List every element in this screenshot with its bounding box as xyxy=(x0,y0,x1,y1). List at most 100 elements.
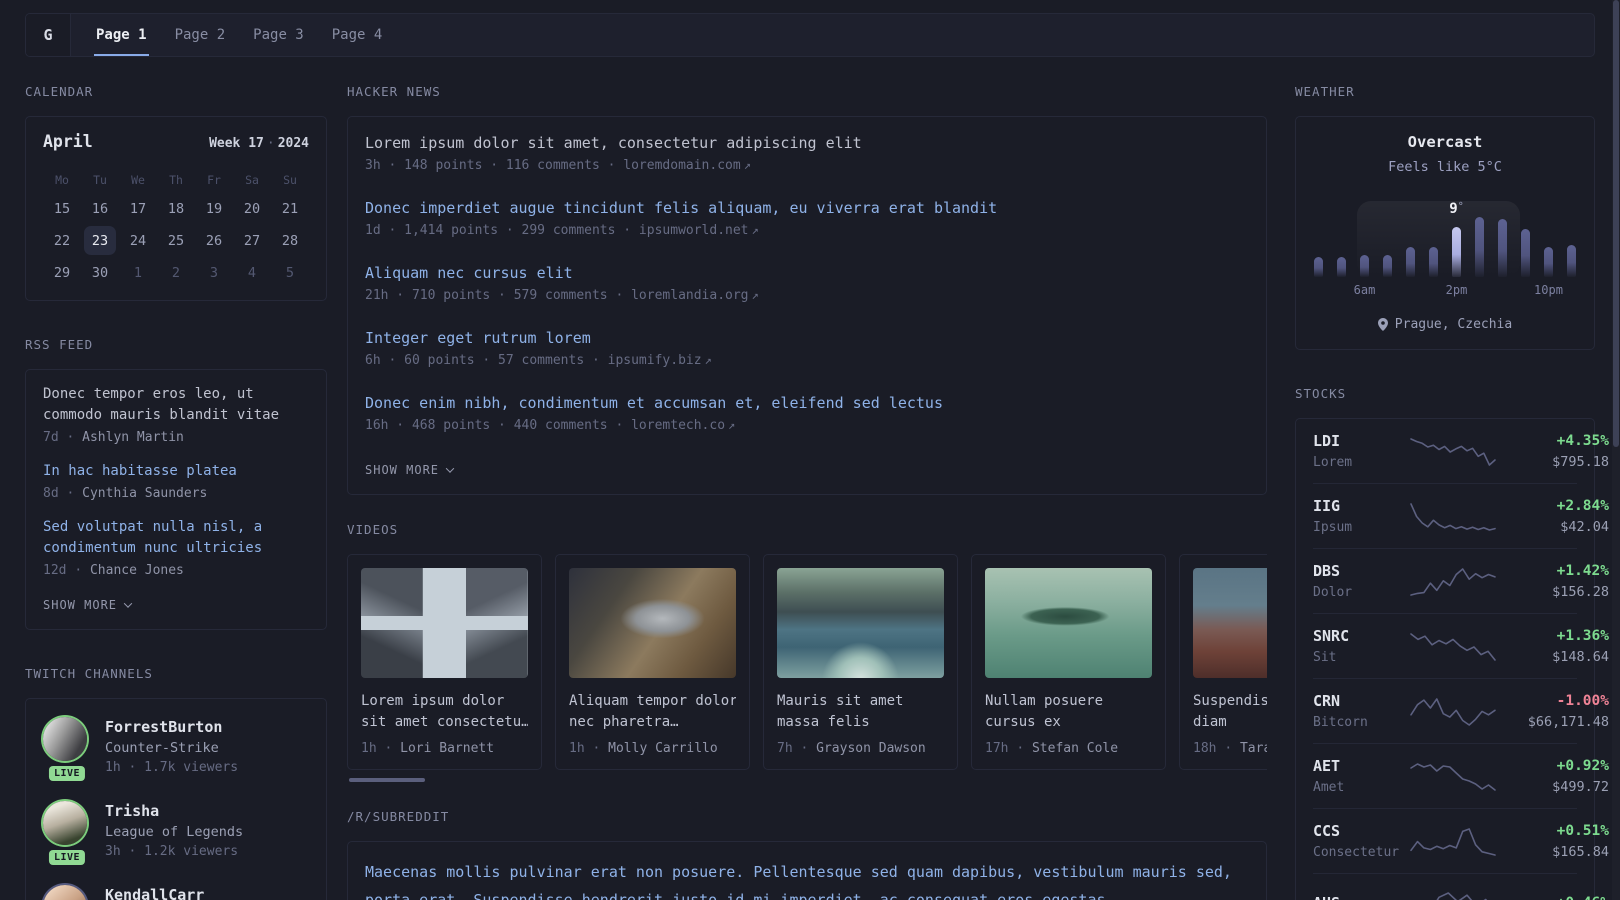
avatar[interactable]: LIVE xyxy=(43,885,91,900)
location-pin-icon xyxy=(1377,318,1388,331)
tab-page-2[interactable]: Page 2 xyxy=(173,14,228,56)
stock-symbol[interactable]: CCS xyxy=(1313,822,1409,840)
channel-avatar-image xyxy=(43,801,87,845)
avatar[interactable]: LIVE xyxy=(43,801,91,865)
stock-price: $66,171.48 xyxy=(1527,713,1609,730)
stock-symbol[interactable]: AHS xyxy=(1313,894,1409,900)
twitch-channel-row[interactable]: LIVE Trisha League of Legends 3h · 1.2k … xyxy=(43,801,309,865)
hn-item-title[interactable]: Donec enim nibh, condimentum et accumsan… xyxy=(365,392,1249,414)
weather-location-text: Prague, Czechia xyxy=(1394,317,1513,332)
stocks-section-title: STOCKS xyxy=(1295,386,1347,401)
stock-symbol[interactable]: AET xyxy=(1313,757,1409,775)
rss-item-author: Ashlyn Martin xyxy=(82,430,184,445)
video-thumbnail[interactable] xyxy=(1193,568,1267,678)
weather-bar xyxy=(1406,247,1415,277)
twitch-channel-row[interactable]: LIVE KendallCarr xyxy=(43,885,309,900)
calendar-weekday: We xyxy=(131,173,145,187)
stock-change: +0.51% xyxy=(1556,822,1609,839)
avatar[interactable]: LIVE xyxy=(43,717,91,781)
video-title[interactable]: Nullam posuere cursus ex xyxy=(985,691,1152,733)
hn-item: Lorem ipsum dolor sit amet, consectetur … xyxy=(365,132,1249,173)
channel-avatar-image xyxy=(43,885,87,900)
channel-info: Trisha League of Legends 3h · 1.2k viewe… xyxy=(105,801,243,859)
hn-item-meta[interactable]: 6h · 60 points · 57 comments · ipsumify.… xyxy=(365,353,1249,368)
current-temperature-label: 9° xyxy=(1449,201,1464,217)
video-card[interactable]: Lorem ipsum dolor sit amet consectetu… 1h… xyxy=(347,554,542,770)
stock-symbol[interactable]: LDI xyxy=(1313,432,1409,450)
stock-symbol[interactable]: IIG xyxy=(1313,497,1409,515)
videos-scrollbar-thumb[interactable] xyxy=(349,778,425,782)
stock-sparkline xyxy=(1410,503,1496,531)
video-thumbnail[interactable] xyxy=(985,568,1152,678)
channel-game[interactable]: Counter-Strike xyxy=(105,740,238,756)
tab-page-4[interactable]: Page 4 xyxy=(330,14,385,56)
weather-bar xyxy=(1544,247,1553,277)
hn-show-more-button[interactable]: SHOW MORE xyxy=(365,463,455,477)
hn-item: Donec enim nibh, condimentum et accumsan… xyxy=(365,392,1249,433)
stock-sparkline xyxy=(1410,633,1496,661)
calendar-day: 2 xyxy=(171,264,181,281)
tab-page-3[interactable]: Page 3 xyxy=(251,14,306,56)
rss-item-title[interactable]: In hac habitasse platea xyxy=(43,461,309,482)
stock-change: +1.42% xyxy=(1556,562,1609,579)
video-card[interactable]: Suspendissediam 18h · Tara xyxy=(1179,554,1267,770)
weather-bar-current xyxy=(1452,227,1461,277)
subreddit-post: Maecenas mollis pulvinar erat non posuer… xyxy=(365,858,1249,900)
channel-name[interactable]: ForrestBurton xyxy=(105,718,238,736)
videos-scrollbar[interactable] xyxy=(347,778,1267,782)
channel-game[interactable]: League of Legends xyxy=(105,824,243,840)
weather-bar xyxy=(1498,219,1507,277)
channel-viewers: 1h · 1.7k viewers xyxy=(105,760,239,775)
stock-symbol[interactable]: DBS xyxy=(1313,562,1409,580)
video-title[interactable]: Lorem ipsum dolor sit amet consectetu… xyxy=(361,691,528,733)
stock-row: CCS Consectetur +0.51% $165.84 xyxy=(1313,808,1609,873)
twitch-channel-row[interactable]: LIVE ForrestBurton Counter-Strike 1h · 1… xyxy=(43,717,309,781)
stock-sparkline xyxy=(1410,828,1496,856)
channel-name[interactable]: KendallCarr xyxy=(105,886,204,900)
hn-item-title[interactable]: Integer eget rutrum lorem xyxy=(365,327,1249,349)
calendar-day: 19 xyxy=(205,200,223,217)
hn-item-meta[interactable]: 1d · 1,414 points · 299 comments · ipsum… xyxy=(365,223,1249,238)
calendar-week: Week 17 xyxy=(209,136,264,151)
video-title[interactable]: Suspendissediam xyxy=(1193,691,1267,733)
tab-page-1[interactable]: Page 1 xyxy=(94,14,149,56)
video-card[interactable]: Nullam posuere cursus ex 17h · Stefan Col… xyxy=(971,554,1166,770)
video-card[interactable]: Aliquam tempor dolor nec pharetra… 1h · M… xyxy=(555,554,750,770)
calendar-day: 17 xyxy=(129,200,147,217)
page-scrollbar[interactable] xyxy=(1612,0,1620,900)
video-thumbnail[interactable] xyxy=(361,568,528,678)
video-thumbnail[interactable] xyxy=(569,568,736,678)
rss-section-title: RSS FEED xyxy=(25,337,94,352)
rss-show-more-button[interactable]: SHOW MORE xyxy=(43,598,133,612)
stock-change: -1.00% xyxy=(1556,692,1609,709)
rss-item-title[interactable]: Donec tempor eros leo, ut commodo mauris… xyxy=(43,384,309,426)
video-title[interactable]: Aliquam tempor dolor nec pharetra… xyxy=(569,691,736,733)
stock-symbol[interactable]: CRN xyxy=(1313,692,1409,710)
video-thumbnail[interactable] xyxy=(777,568,944,678)
calendar-day: 23 xyxy=(84,226,116,255)
page-scrollbar-thumb[interactable] xyxy=(1613,0,1619,447)
hn-item-meta[interactable]: 16h · 468 points · 440 comments · loremt… xyxy=(365,418,1249,433)
middle-column: HACKER NEWS Lorem ipsum dolor sit amet, … xyxy=(347,57,1267,900)
weather-hourly-chart: 9° 6am 2pm 10pm xyxy=(1314,201,1576,297)
subreddit-post-title[interactable]: Maecenas mollis pulvinar erat non posuer… xyxy=(365,858,1249,900)
stock-name: Bitcorn xyxy=(1313,715,1368,730)
stock-name: Amet xyxy=(1313,780,1345,795)
rss-item-title[interactable]: Sed volutpat nulla nisl, a condimentum n… xyxy=(43,517,309,559)
hn-item-meta[interactable]: 21h · 710 points · 579 comments · loreml… xyxy=(365,288,1249,303)
live-badge: LIVE xyxy=(48,850,86,865)
videos-section-title: VIDEOS xyxy=(347,522,399,537)
hn-item-title[interactable]: Donec imperdiet augue tincidunt felis al… xyxy=(365,197,1249,219)
video-title[interactable]: Mauris sit amet massa felis xyxy=(777,691,944,733)
hn-item-title[interactable]: Aliquam nec cursus elit xyxy=(365,262,1249,284)
weather-condition: Overcast xyxy=(1407,133,1483,151)
calendar-day: 29 xyxy=(53,264,71,281)
external-link-icon: ↗ xyxy=(704,353,712,367)
stock-symbol[interactable]: SNRC xyxy=(1313,627,1409,645)
hn-item-meta[interactable]: 3h · 148 points · 116 comments · loremdo… xyxy=(365,158,1249,173)
stock-row: DBS Dolor +1.42% $156.28 xyxy=(1313,548,1609,613)
channel-name[interactable]: Trisha xyxy=(105,802,243,820)
hn-item-title[interactable]: Lorem ipsum dolor sit amet, consectetur … xyxy=(365,132,1249,154)
video-card[interactable]: Mauris sit amet massa felis 7h · Grayson … xyxy=(763,554,958,770)
stocks-section: STOCKS LDI Lorem +4.35% $795.18 IIG Ipsum +… xyxy=(1295,386,1609,900)
